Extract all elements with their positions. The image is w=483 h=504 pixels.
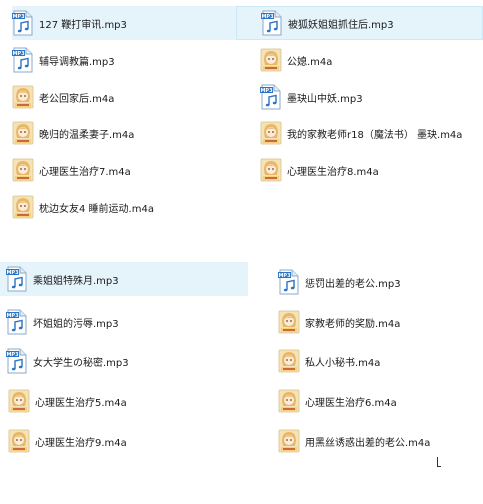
file-item[interactable]: 家教老师的奖励.m4a	[278, 305, 480, 339]
file-name-label: 老公回家后.m4a	[39, 93, 115, 105]
svg-text:MP3: MP3	[6, 313, 19, 319]
file-name-label: 辅导调教篇.mp3	[39, 56, 115, 68]
file-name-label: 家教老师的奖励.m4a	[305, 318, 401, 330]
m4a-album-art-icon	[8, 428, 30, 454]
mp3-file-icon: MP3	[6, 266, 28, 292]
m4a-album-art-icon	[260, 120, 282, 146]
file-item[interactable]: 心理医生治疗8.m4a	[260, 153, 480, 187]
file-item[interactable]: 我的家教老师r18（魔法书） 墨玦.m4a	[260, 116, 483, 150]
m4a-album-art-icon	[12, 157, 34, 183]
file-name-label: 私人小秘书.m4a	[305, 357, 381, 369]
file-item[interactable]: MP3 女大学生の秘密.mp3	[6, 344, 246, 378]
m4a-album-art-icon	[12, 194, 34, 220]
mp3-file-icon: MP3	[6, 309, 28, 335]
file-item[interactable]: MP3 坏姐姐的污辱.mp3	[6, 305, 246, 339]
mp3-file-icon: MP3	[6, 348, 28, 374]
svg-text:MP3: MP3	[12, 51, 25, 57]
file-name-label: 惩罚出差的老公.mp3	[305, 278, 401, 290]
file-name-label: 被狐妖姐姐抓住后.mp3	[288, 19, 394, 31]
file-item[interactable]: MP3 被狐妖姐姐抓住后.mp3	[236, 6, 483, 40]
file-item[interactable]: 心理医生治疗7.m4a	[12, 153, 236, 187]
text-cursor-foot	[437, 466, 441, 467]
svg-text:MP3: MP3	[278, 273, 291, 279]
file-name-label: 我的家教老师r18（魔法书） 墨玦.m4a	[287, 129, 463, 141]
file-name-label: 枕边女友4 睡前运动.m4a	[39, 203, 154, 215]
file-name-label: 127 鞭打审讯.mp3	[39, 19, 127, 31]
file-item[interactable]: 心理医生治疗6.m4a	[278, 384, 480, 418]
m4a-album-art-icon	[260, 47, 282, 73]
file-item[interactable]: MP3 墨玦山中妖.mp3	[260, 80, 480, 114]
file-item[interactable]: 心理医生治疗5.m4a	[8, 384, 246, 418]
file-name-label: 心理医生治疗8.m4a	[287, 166, 379, 178]
svg-text:MP3: MP3	[6, 352, 19, 358]
svg-text:MP3: MP3	[6, 270, 19, 276]
file-item[interactable]: MP3 127 鞭打审讯.mp3	[12, 6, 236, 40]
file-item[interactable]: 用黑丝诱惑出差的老公.m4a	[278, 424, 480, 458]
file-name-label: 晚归的温柔妻子.m4a	[39, 129, 135, 141]
file-name-label: 乘姐姐特殊月.mp3	[33, 275, 119, 287]
mp3-file-icon: MP3	[278, 269, 300, 295]
file-item[interactable]: MP3 辅导调教篇.mp3	[12, 43, 236, 77]
file-name-label: 心理医生治疗9.m4a	[35, 437, 127, 449]
file-item[interactable]: 公媳.m4a	[260, 43, 480, 77]
m4a-album-art-icon	[278, 348, 300, 374]
file-item[interactable]: 晚归的温柔妻子.m4a	[12, 116, 236, 150]
m4a-album-art-icon	[278, 428, 300, 454]
file-name-label: 女大学生の秘密.mp3	[33, 357, 129, 369]
svg-text:MP3: MP3	[260, 88, 273, 94]
file-item[interactable]: MP3 惩罚出差的老公.mp3	[278, 265, 480, 299]
svg-text:MP3: MP3	[12, 14, 25, 20]
m4a-album-art-icon	[278, 388, 300, 414]
mp3-file-icon: MP3	[12, 47, 34, 73]
m4a-album-art-icon	[12, 120, 34, 146]
m4a-album-art-icon	[260, 157, 282, 183]
mp3-file-icon: MP3	[261, 10, 283, 36]
file-item[interactable]: MP3 乘姐姐特殊月.mp3	[0, 262, 248, 296]
m4a-album-art-icon	[278, 309, 300, 335]
m4a-album-art-icon	[8, 388, 30, 414]
file-item[interactable]: 老公回家后.m4a	[12, 80, 236, 114]
file-item[interactable]: 枕边女友4 睡前运动.m4a	[12, 190, 236, 224]
mp3-file-icon: MP3	[12, 10, 34, 36]
file-name-label: 坏姐姐的污辱.mp3	[33, 318, 119, 330]
file-name-label: 公媳.m4a	[287, 56, 333, 68]
file-item[interactable]: 私人小秘书.m4a	[278, 344, 480, 378]
mp3-file-icon: MP3	[260, 84, 282, 110]
file-name-label: 心理医生治疗7.m4a	[39, 166, 131, 178]
svg-text:MP3: MP3	[261, 14, 274, 20]
file-name-label: 心理医生治疗5.m4a	[35, 397, 127, 409]
file-name-label: 墨玦山中妖.mp3	[287, 93, 363, 105]
file-name-label: 心理医生治疗6.m4a	[305, 397, 397, 409]
file-item[interactable]: 心理医生治疗9.m4a	[8, 424, 246, 458]
m4a-album-art-icon	[12, 84, 34, 110]
file-name-label: 用黑丝诱惑出差的老公.m4a	[305, 437, 431, 449]
